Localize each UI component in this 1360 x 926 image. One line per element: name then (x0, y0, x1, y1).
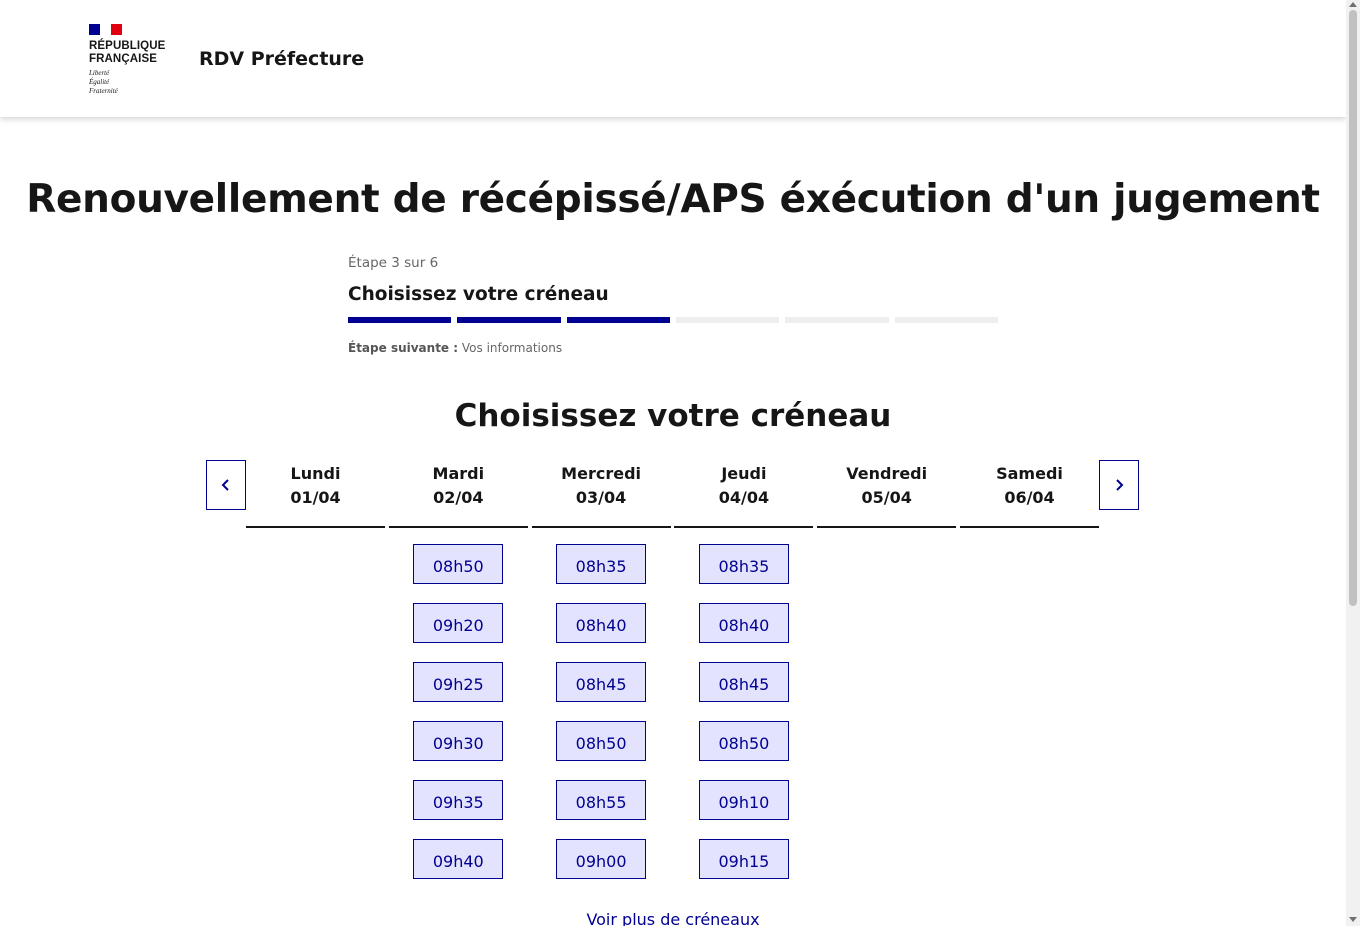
page-title: Renouvellement de récépissé/APS éxécutio… (26, 177, 1320, 222)
motto: Liberté Égalité Fraternité (89, 69, 179, 96)
day-name: Vendredi (846, 464, 928, 483)
day-header: Samedi 06/04 (960, 462, 1099, 528)
day-header: Lundi 01/04 (246, 462, 385, 528)
day-date: 02/04 (433, 488, 484, 507)
day-name: Mercredi (561, 464, 641, 483)
time-slot-button[interactable]: 08h40 (698, 603, 789, 643)
logo-line-1: RÉPUBLIQUE (89, 40, 166, 52)
logo-text: RÉPUBLIQUE FRANÇAISE (89, 40, 179, 66)
motto-line-3: Fraternité (89, 87, 118, 95)
time-slot-button[interactable]: 09h20 (413, 603, 504, 643)
day-header: Jeudi 04/04 (674, 462, 814, 528)
time-slot-button[interactable]: 08h50 (413, 544, 504, 584)
time-slot-button[interactable]: 08h45 (698, 662, 789, 702)
day-column: Lundi 01/04 (246, 462, 385, 544)
republique-francaise-logo[interactable]: RÉPUBLIQUE FRANÇAISE Liberté Égalité Fra… (89, 24, 179, 96)
time-slot-button[interactable]: 09h40 (413, 839, 504, 879)
stepper-state: Étape 3 sur 6 (348, 255, 439, 271)
time-slot-button[interactable]: 09h25 (413, 662, 504, 702)
day-column: Samedi 06/04 (960, 462, 1099, 544)
page-scrollbar[interactable] (1346, 0, 1360, 926)
stepper-title: Choisissez votre créneau (348, 284, 609, 305)
day-header: Vendredi 05/04 (817, 462, 957, 528)
time-slot-button[interactable]: 08h55 (556, 780, 647, 820)
logo-line-2: FRANÇAISE (89, 53, 157, 65)
stepper-segment (348, 317, 452, 323)
stepper-progress (348, 317, 998, 323)
time-slot-button[interactable]: 08h40 (556, 603, 647, 643)
previous-week-button[interactable] (206, 460, 246, 510)
time-slot-button[interactable]: 08h45 (556, 662, 647, 702)
motto-line-1: Liberté (89, 69, 110, 77)
day-header: Mardi 02/04 (388, 462, 528, 528)
time-slot-button[interactable]: 08h35 (556, 544, 647, 584)
day-date: 04/04 (718, 488, 770, 507)
day-column: Jeudi 04/04 08h35 08h40 08h45 08h50 09h10 09h15 (674, 462, 814, 879)
time-slot-button[interactable]: 09h10 (698, 780, 789, 820)
stepper-next-value: Vos informations (461, 341, 563, 355)
stepper-segment (566, 317, 670, 323)
stepper-next-label: Étape suivante : (348, 341, 459, 355)
chevron-right-icon (1116, 479, 1124, 491)
french-flag-icon (89, 24, 122, 35)
time-slot-button[interactable]: 08h50 (698, 721, 789, 761)
time-slot-button[interactable]: 09h30 (413, 721, 504, 761)
time-slot-button[interactable]: 09h15 (698, 839, 789, 879)
time-slot-button[interactable]: 09h00 (556, 839, 647, 879)
scroll-up-arrow-icon[interactable] (1349, 2, 1357, 7)
time-slot-button[interactable]: 08h50 (556, 721, 647, 761)
chevron-left-icon (221, 479, 229, 491)
scroll-down-arrow-icon[interactable] (1349, 917, 1357, 922)
day-name: Jeudi (721, 464, 767, 483)
stepper-segment (457, 317, 561, 323)
time-slot-button[interactable]: 09h35 (413, 780, 504, 820)
day-header: Mercredi 03/04 (531, 462, 671, 528)
site-header: RÉPUBLIQUE FRANÇAISE Liberté Égalité Fra… (0, 0, 1346, 117)
next-week-button[interactable] (1099, 460, 1139, 510)
day-column: Vendredi 05/04 (817, 462, 957, 544)
stepper-segment (894, 317, 998, 323)
scrollbar-thumb[interactable] (1349, 10, 1357, 606)
day-column: Mardi 02/04 08h50 09h20 09h25 09h30 09h35 09h40 (388, 462, 528, 879)
day-date: 03/04 (575, 488, 627, 507)
day-name: Mardi (432, 464, 485, 483)
calendar-title: Choisissez votre créneau (454, 398, 892, 434)
day-column: Mercredi 03/04 08h35 08h40 08h45 08h50 08h55 09… (531, 462, 671, 879)
day-date: 01/04 (290, 488, 341, 507)
day-name: Lundi (290, 464, 341, 483)
stepper-segment (785, 317, 889, 323)
time-slot-button[interactable]: 08h35 (698, 544, 789, 584)
stepper-segment (675, 317, 780, 323)
stepper: Étape 3 sur 6 Choisissez votre créneau É… (348, 254, 998, 356)
stepper-next-step: Étape suivante : Vos informations (348, 340, 998, 356)
day-date: 06/04 (1004, 488, 1055, 507)
day-name: Samedi (996, 464, 1063, 483)
service-title-link[interactable]: RDV Préfecture (199, 47, 364, 71)
day-date: 05/04 (861, 488, 912, 507)
more-slots-link[interactable]: Voir plus de créneaux (0, 910, 1346, 926)
motto-line-2: Égalité (89, 78, 110, 86)
